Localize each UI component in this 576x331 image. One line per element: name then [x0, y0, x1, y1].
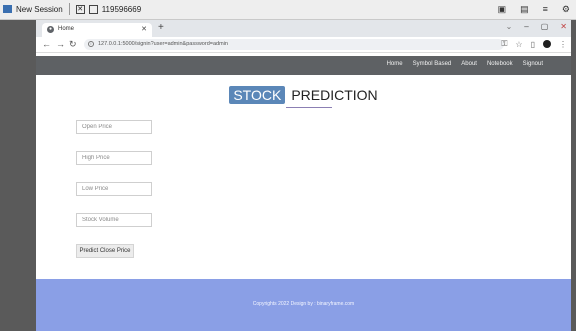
address-icons: ⚿ ☆ ▯ ⋮ [501, 39, 567, 49]
tab-close-icon[interactable]: ✕ [141, 25, 147, 33]
profile-avatar[interactable] [543, 40, 551, 48]
forward-icon[interactable]: → [56, 39, 65, 50]
tab-home[interactable]: ● Home ✕ [42, 23, 152, 37]
site-navbar: Home Symbol Based About Notebook Signout [36, 56, 571, 75]
predict-close-price-button[interactable]: Predict Close Price [76, 244, 134, 258]
close-session-icon[interactable]: ✕ [75, 4, 85, 14]
new-tab-icon[interactable]: + [158, 22, 164, 34]
close-window-icon[interactable]: ✕ [560, 22, 567, 31]
left-gutter [0, 20, 36, 331]
sidebar-icon[interactable]: ▯ [531, 40, 535, 49]
session-label[interactable]: New Session [16, 5, 63, 14]
nav-signout[interactable]: Signout [523, 61, 543, 67]
url-field[interactable]: i 127.0.0.1:5000/signin?user=admin&passw… [84, 39, 504, 50]
menu-icon[interactable]: ≡ [543, 4, 548, 15]
globe-icon: ● [47, 26, 54, 33]
nav-symbol-based[interactable]: Symbol Based [413, 61, 452, 67]
open-price-input[interactable] [76, 120, 152, 134]
kebab-menu-icon[interactable]: ⋮ [559, 40, 567, 49]
host-session-bar: New Session ✕ 119596669 ▣ ▤ ≡ ⚙ [0, 0, 576, 20]
window-controls: ⌄ – ▢ ✕ [506, 22, 567, 31]
divider [68, 3, 70, 15]
nav-about[interactable]: About [461, 61, 477, 67]
back-icon[interactable]: ← [42, 39, 51, 50]
display-icon[interactable]: ▣ [498, 4, 507, 15]
chevron-down-icon[interactable]: ⌄ [506, 22, 513, 31]
stock-volume-input[interactable] [76, 213, 152, 227]
host-session-left: New Session ✕ 119596669 [3, 3, 141, 15]
tab-strip: ● Home ✕ + ⌄ – ▢ ✕ [36, 20, 571, 37]
page-title: STOCK PREDICTION [36, 86, 571, 108]
tab-title: Home [58, 26, 75, 32]
right-gutter [571, 20, 576, 331]
high-price-input[interactable] [76, 151, 152, 165]
title-rest: PREDICTION [291, 87, 378, 103]
window-icon [88, 4, 98, 14]
password-key-icon[interactable]: ⚿ [501, 39, 507, 49]
chat-icon[interactable]: ▤ [520, 4, 529, 15]
nav-home[interactable]: Home [387, 61, 403, 67]
url-text: 127.0.0.1:5000/signin?user=admin&passwor… [98, 41, 228, 47]
footer-copyright: Copyrights 2022 Design by : binaryframe.… [252, 301, 355, 307]
site-nav-list: Home Symbol Based About Notebook Signout [387, 61, 543, 67]
address-bar: ← → ↻ i 127.0.0.1:5000/signin?user=admin… [36, 37, 571, 53]
low-price-input[interactable] [76, 182, 152, 196]
star-icon[interactable]: ☆ [515, 40, 522, 49]
reload-icon[interactable]: ↻ [69, 39, 77, 50]
title-underline [286, 107, 332, 108]
windows-icon [3, 5, 12, 13]
site-footer: Copyrights 2022 Design by : binaryframe.… [36, 279, 571, 331]
minimize-icon[interactable]: – [524, 22, 528, 31]
host-controls: ▣ ▤ ≡ ⚙ [498, 4, 570, 15]
info-icon[interactable]: i [88, 41, 94, 47]
title-highlight: STOCK [229, 86, 286, 104]
nav-notebook[interactable]: Notebook [487, 61, 513, 67]
browser-window: ● Home ✕ + ⌄ – ▢ ✕ ← → ↻ i 127.0.0.1:500… [36, 20, 571, 331]
maximize-icon[interactable]: ▢ [541, 22, 549, 31]
session-id: 119596669 [101, 4, 142, 14]
settings-icon[interactable]: ⚙ [562, 4, 570, 15]
